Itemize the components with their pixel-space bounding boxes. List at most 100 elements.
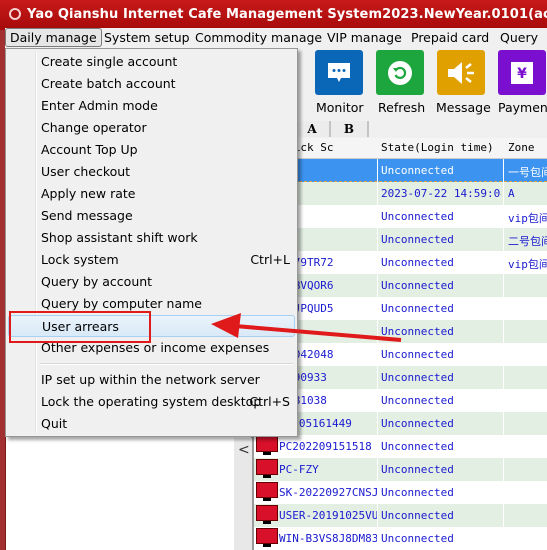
col-separator	[377, 527, 378, 550]
menu-commodity-manage[interactable]: Commodity manage	[191, 29, 326, 46]
col-header-zone[interactable]: Zone	[508, 141, 547, 154]
computer-name: PC202209151518	[279, 440, 372, 453]
payment-button[interactable]: ¥	[498, 50, 546, 95]
monitor-button[interactable]	[315, 50, 363, 95]
menu-item-label: User checkout	[41, 164, 131, 179]
payment-label: Payment	[498, 100, 547, 115]
table-row[interactable]: PC-FZY Unconnected	[254, 458, 547, 481]
col-separator	[503, 504, 504, 527]
cell-state: Unconnected	[381, 417, 454, 430]
menu-item-query-by-account[interactable]: Query by account	[8, 271, 295, 293]
menu-separator	[40, 363, 293, 365]
col-separator	[503, 320, 504, 343]
menu-system-setup[interactable]: System setup	[100, 29, 194, 46]
computer-icon	[256, 482, 278, 501]
computer-name: USER-20191025VU	[279, 509, 378, 522]
cell-state: Unconnected	[381, 394, 454, 407]
cell-zone: A	[508, 187, 515, 200]
col-separator	[377, 435, 378, 458]
collapse-panel-button[interactable]: <	[234, 438, 252, 550]
toolbar: Monitor Refresh Message ¥ Payment	[290, 48, 547, 120]
menu-item-shop-assistant-shift-work[interactable]: Shop assistant shift work	[8, 227, 295, 249]
cell-zone: vip包间	[508, 258, 547, 271]
col-separator	[503, 481, 504, 504]
col-separator	[503, 205, 504, 228]
col-separator	[377, 389, 378, 412]
cell-state: Unconnected	[381, 164, 454, 177]
computer-icon	[256, 436, 278, 455]
menu-item-enter-admin-mode[interactable]: Enter Admin mode	[8, 95, 295, 117]
col-separator	[377, 182, 378, 205]
table-row[interactable]: WIN-B3VS8J8DM83 Unconnected	[254, 527, 547, 550]
menu-item-label: Quit	[41, 416, 68, 431]
cell-name: SK-20220927CNSJ	[254, 481, 378, 504]
computer-name: WIN-B3VS8J8DM83	[279, 532, 378, 545]
menu-item-ip-set-up-within-the-network-server[interactable]: IP set up within the network server	[8, 369, 295, 391]
annotation-arrow-icon	[211, 313, 402, 342]
menu-item-create-batch-account[interactable]: Create batch account	[8, 73, 295, 95]
menu-item-user-checkout[interactable]: User checkout	[8, 161, 295, 183]
menu-item-create-single-account[interactable]: Create single account	[8, 51, 295, 73]
cell-state: 2023-07-22 14:59:04	[381, 187, 501, 200]
cell-zone: 一号包间	[508, 166, 547, 179]
menu-query[interactable]: Query	[496, 29, 542, 46]
menu-item-quit[interactable]: Quit	[8, 413, 295, 435]
menu-item-label: Shop assistant shift work	[41, 230, 198, 245]
menu-item-label: Lock system	[41, 252, 119, 267]
col-separator	[503, 527, 504, 550]
menu-item-label: Lock the operating system desktop	[41, 394, 262, 409]
cell-name: WIN-B3VS8J8DM83	[254, 527, 378, 550]
col-separator	[377, 504, 378, 527]
menu-item-label: Create single account	[41, 54, 178, 69]
computer-icon	[256, 528, 278, 547]
menu-daily-manage[interactable]: Daily manage	[5, 28, 102, 47]
tab-a[interactable]: A	[295, 121, 331, 137]
menu-item-shortcut: Ctrl+L	[250, 252, 290, 267]
col-separator	[503, 274, 504, 297]
menu-item-change-operator[interactable]: Change operator	[8, 117, 295, 139]
menu-item-lock-the-operating-system-desktop[interactable]: Lock the operating system desktop Ctrl+S	[8, 391, 295, 413]
menu-vip-manage[interactable]: VIP manage	[323, 29, 406, 46]
computer-name: PC-FZY	[279, 463, 319, 476]
chat-bubble-icon	[328, 62, 350, 82]
menu-item-label: Send message	[41, 208, 133, 223]
window-title: Yao Qianshu Internet Cafe Management Sys…	[27, 7, 547, 22]
col-separator	[503, 228, 504, 251]
menu-item-lock-system[interactable]: Lock system Ctrl+L	[8, 249, 295, 271]
menu-item-label: Apply new rate	[41, 186, 136, 201]
cell-state: Unconnected	[381, 371, 454, 384]
menu-item-label: Query by computer name	[41, 296, 202, 311]
cell-state: Unconnected	[381, 463, 454, 476]
cell-state: Unconnected	[381, 486, 454, 499]
col-separator	[377, 159, 378, 182]
cell-zone: vip包间	[508, 212, 547, 225]
cell-name: USER-20191025VU	[254, 504, 378, 527]
col-separator	[377, 412, 378, 435]
menu-item-apply-new-rate[interactable]: Apply new rate	[8, 183, 295, 205]
cell-state: Unconnected	[381, 210, 454, 223]
cell-state: Unconnected	[381, 279, 454, 292]
table-row[interactable]: SK-20220927CNSJ Unconnected	[254, 481, 547, 504]
tab-b[interactable]: B	[331, 121, 369, 137]
col-separator	[503, 412, 504, 435]
menu-item-send-message[interactable]: Send message	[8, 205, 295, 227]
col-separator	[377, 251, 378, 274]
table-row[interactable]: USER-20191025VU Unconnected	[254, 504, 547, 527]
menu-item-label: IP set up within the network server	[41, 372, 260, 387]
speaker-icon	[448, 61, 474, 84]
table-row[interactable]: PC202209151518 Unconnected	[254, 435, 547, 458]
col-separator	[377, 458, 378, 481]
menu-item-account-top-up[interactable]: Account Top Up	[8, 139, 295, 161]
col-separator	[377, 274, 378, 297]
cell-name: PC-FZY	[254, 458, 378, 481]
chevron-left-icon: <	[238, 442, 250, 458]
menu-item-label: Change operator	[41, 120, 147, 135]
col-separator	[377, 366, 378, 389]
message-button[interactable]	[437, 50, 485, 95]
col-separator	[503, 182, 504, 205]
computer-name: SK-20220927CNSJ	[279, 486, 378, 499]
col-header-state[interactable]: State(Login time)	[381, 141, 501, 154]
svg-text:¥: ¥	[517, 66, 527, 82]
refresh-button[interactable]	[376, 50, 424, 95]
menu-prepaid-card[interactable]: Prepaid card	[407, 29, 493, 46]
